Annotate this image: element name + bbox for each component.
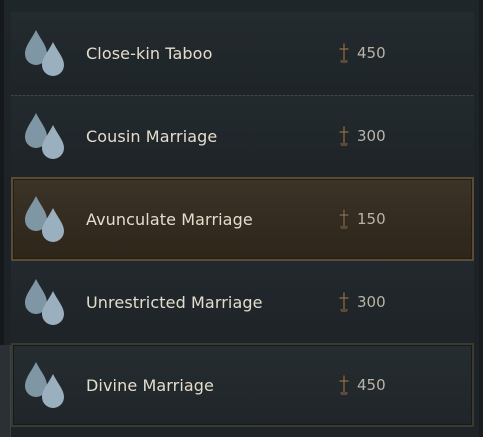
doctrine-row-unrestricted-marriage[interactable]: Unrestricted Marriage 300 <box>11 261 474 343</box>
doctrine-cost: 300 <box>336 95 386 177</box>
piety-cross-icon <box>338 208 350 229</box>
panel-right-edge <box>479 0 483 437</box>
piety-cross-icon <box>338 42 350 63</box>
water-drops-icon <box>25 113 64 159</box>
doctrine-row-close-kin-taboo[interactable]: Close-kin Taboo 450 <box>11 12 474 94</box>
doctrine-row-cousin-marriage[interactable]: Cousin Marriage 300 <box>11 95 474 177</box>
cost-value: 150 <box>357 210 386 228</box>
doctrine-name: Avunculate Marriage <box>86 209 253 229</box>
piety-cross-icon <box>338 374 350 395</box>
cost-value: 300 <box>357 127 386 145</box>
doctrine-name: Cousin Marriage <box>86 126 218 146</box>
doctrine-name: Close-kin Taboo <box>86 43 213 63</box>
piety-cross-icon <box>338 291 350 312</box>
water-drops-icon <box>25 279 64 325</box>
cost-value: 300 <box>357 293 386 311</box>
cost-value: 450 <box>357 44 386 62</box>
doctrine-name: Divine Marriage <box>86 375 214 395</box>
water-drops-icon <box>25 196 64 242</box>
panel-left-notch <box>0 345 11 437</box>
cost-value: 450 <box>357 376 386 394</box>
doctrine-cost: 300 <box>336 261 386 343</box>
doctrine-row-divine-marriage[interactable]: Divine Marriage 450 <box>11 343 474 427</box>
doctrine-cost: 450 <box>336 12 386 94</box>
marriage-doctrine-panel: Close-kin Taboo 450 Cousin Marriage 300 <box>0 0 483 437</box>
water-drops-icon <box>25 30 64 76</box>
doctrine-row-avunculate-marriage[interactable]: Avunculate Marriage 150 <box>11 177 474 261</box>
doctrine-cost: 450 <box>336 345 386 425</box>
doctrine-name: Unrestricted Marriage <box>86 292 263 312</box>
doctrine-cost: 150 <box>336 179 386 259</box>
piety-cross-icon <box>338 125 350 146</box>
water-drops-icon <box>25 362 64 408</box>
